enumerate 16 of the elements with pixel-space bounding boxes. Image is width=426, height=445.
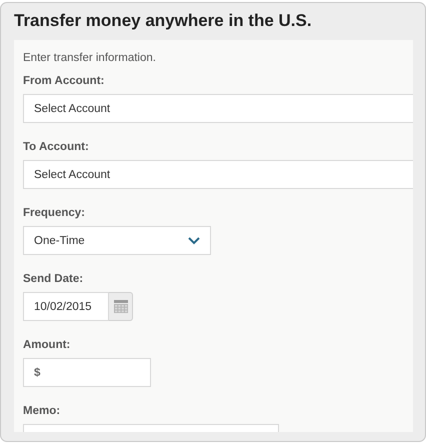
field-label: From Account: — [23, 74, 106, 88]
calendar-button[interactable] — [109, 292, 133, 321]
field-label: To Account: — [23, 140, 90, 154]
field-label: Send Date: — [23, 272, 84, 286]
field-label: Frequency: — [23, 206, 86, 220]
account-select[interactable]: Select Account — [23, 160, 413, 189]
field-label: Amount: — [23, 338, 72, 352]
chevron-down-icon — [188, 236, 200, 244]
page-title: Transfer money anywhere in the U.S. — [14, 11, 313, 31]
date-field[interactable]: 10/02/2015 — [23, 292, 109, 321]
calendar-icon — [114, 300, 128, 313]
frequency-select[interactable]: One-Time — [23, 226, 211, 255]
amount-field[interactable]: $ — [23, 358, 151, 387]
account-select[interactable]: Select Account — [23, 94, 413, 123]
instruction-text: Enter transfer information. — [23, 51, 157, 65]
field-label: Memo: — [23, 404, 62, 418]
